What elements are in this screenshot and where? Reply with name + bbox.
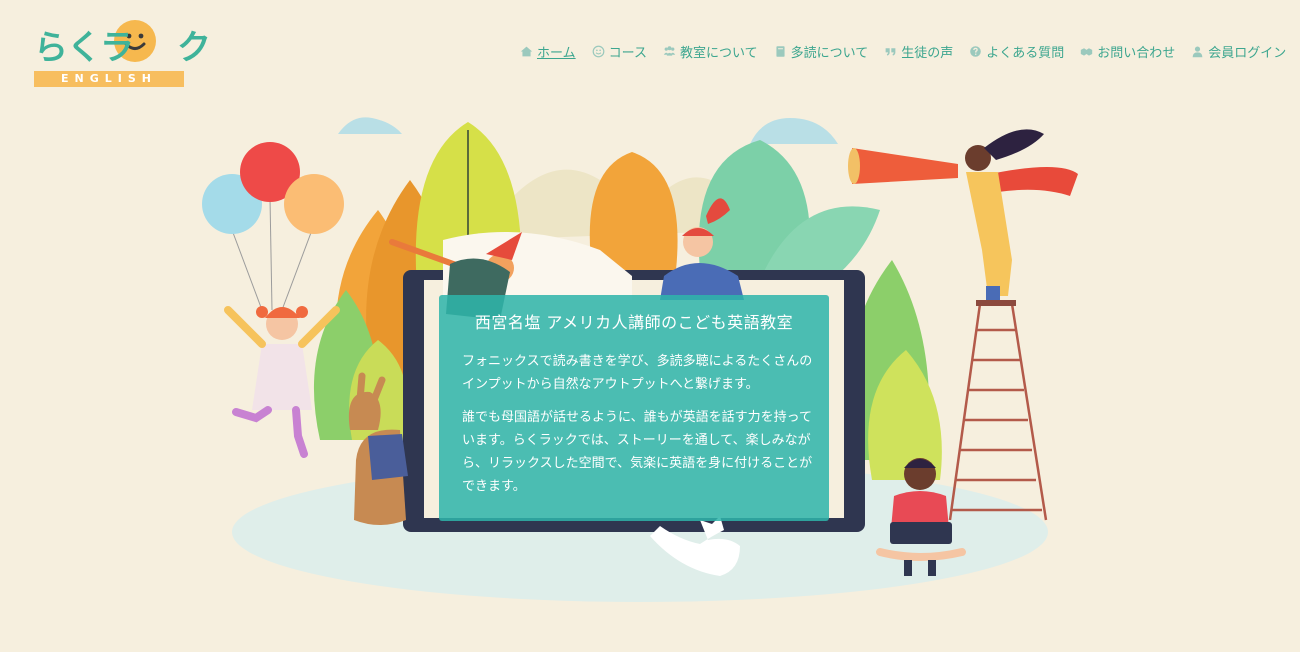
intro-paragraph-2: 誰でも母国語が話せるように、誰もが英語を話す力を持っています。らくラックでは、ス… xyxy=(462,410,813,494)
user-icon xyxy=(1191,45,1204,58)
nav-label: 教室について xyxy=(679,46,758,61)
nav-label: よくある質問 xyxy=(986,46,1065,61)
intro-panel: 西宮名塩 アメリカ人講師のこども英語教室 フォニックスで読み書きを学び、多読多聴… xyxy=(439,295,829,521)
smile-icon xyxy=(592,45,605,58)
boy-tablet xyxy=(890,522,952,544)
nav-label: コース xyxy=(608,46,647,61)
people-icon xyxy=(663,45,676,58)
nav-member-login[interactable]: 会員ログイン xyxy=(1191,42,1286,61)
handshake-icon xyxy=(1080,45,1093,58)
telescope xyxy=(852,148,958,184)
home-icon xyxy=(520,45,533,58)
nav-label: 生徒の声 xyxy=(901,46,954,61)
hero-title: 西宮名塩 アメリカ人講師のこども英語教室 xyxy=(474,313,794,332)
nav-contact[interactable]: お問い合わせ xyxy=(1080,42,1175,61)
tree-orange-center xyxy=(589,152,678,270)
nav-about-school[interactable]: 教室について xyxy=(663,42,758,61)
main-nav: ホーム コース 教室について 多読について 生徒の声 よくある質問 お問い合わせ… xyxy=(520,42,1286,61)
quote-icon xyxy=(884,45,897,58)
cloud-right xyxy=(750,118,838,144)
book-icon xyxy=(774,45,787,58)
intro-paragraph-1: フォニックスで読み書きを学び、多読多聴によるたくさんのインプットから自然なアウト… xyxy=(462,354,813,392)
nav-label: 会員ログイン xyxy=(1208,46,1287,61)
nav-about-reading[interactable]: 多読について xyxy=(774,42,869,61)
girl-dress xyxy=(252,344,312,410)
nav-label: ホーム xyxy=(537,46,576,61)
logo-subtitle: ENGLISH xyxy=(34,71,184,87)
nav-voices[interactable]: 生徒の声 xyxy=(884,42,953,61)
question-icon xyxy=(969,45,982,58)
nav-course[interactable]: コース xyxy=(592,42,647,61)
nav-label: 多読について xyxy=(790,46,869,61)
cloud-left xyxy=(338,117,402,134)
nav-label: お問い合わせ xyxy=(1097,46,1176,61)
site-logo[interactable]: らくラク ENGLISH xyxy=(34,18,211,88)
ladder xyxy=(948,303,1048,521)
logo-wordmark: らくラク xyxy=(34,28,211,68)
nav-home[interactable]: ホーム xyxy=(520,42,576,61)
rabbit-jacket xyxy=(368,434,408,480)
nav-faq[interactable]: よくある質問 xyxy=(969,42,1064,61)
balloon-orange xyxy=(284,174,344,234)
hero-section: 西宮名塩 アメリカ人講師のこども英語教室 フォニックスで読み書きを学び、多読多聴… xyxy=(0,100,1300,652)
